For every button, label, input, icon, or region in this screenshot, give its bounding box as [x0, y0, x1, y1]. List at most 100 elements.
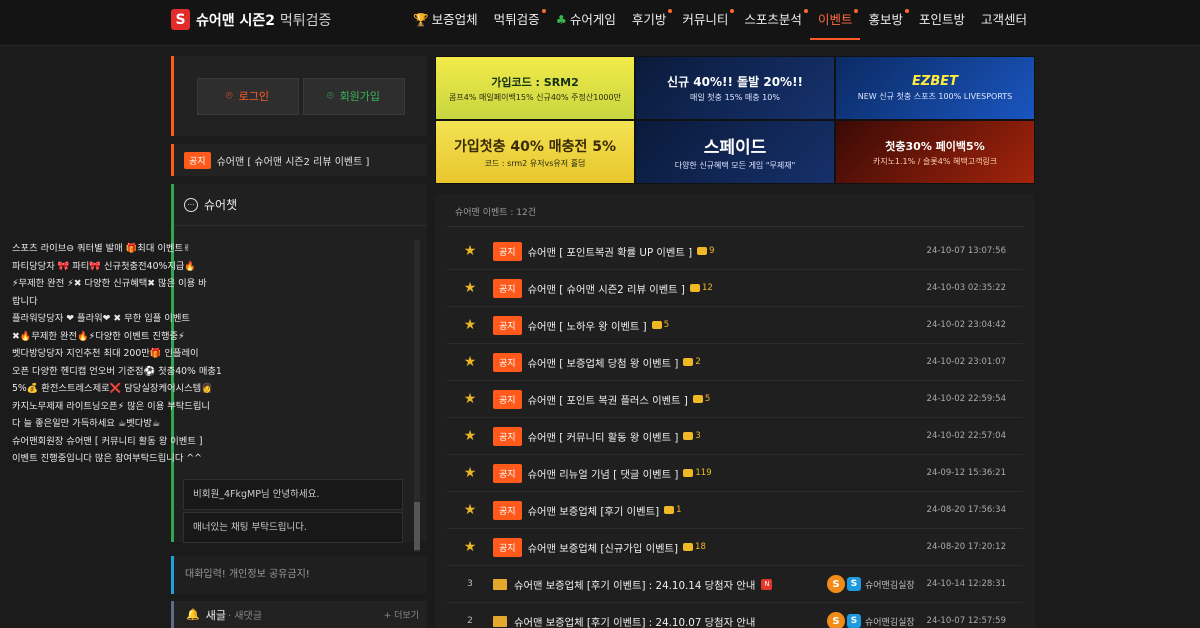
post-title[interactable]: 슈어맨 보증업체 [신규가입 이벤트]: [528, 540, 678, 555]
chat-line: ✖🔥무제한 완전🔥⚡다양한 이벤트 진행중⚡: [12, 330, 185, 342]
login-button[interactable]: ⌾ 로그인: [196, 77, 299, 115]
board-row[interactable]: ★ 공지 슈어맨 [ 포인트복권 확률 UP 이벤트 ] 9 24-10-07 13:0…: [447, 233, 1023, 270]
chat-line: 카지노무제재 라이트닝오픈⚡ 많은 이용 부탁드립니: [12, 400, 210, 412]
board-row[interactable]: 2 슈어맨 보증업체 [후기 이벤트] : 24.10.07 당첨자 안내 S S 슈어…: [447, 603, 1023, 628]
board-row[interactable]: ★ 공지 슈어맨 리뉴얼 기념 [ 댓글 이벤트 ] 119 24-09-12 15:3…: [447, 455, 1023, 492]
chat-line: 스포츠 라이브⊖ 쿼터별 발매 🎁최대 이벤트✌: [12, 243, 191, 254]
notice-tag: 공지: [493, 389, 522, 409]
post-title[interactable]: 슈어맨 [ 포인트복권 확률 UP 이벤트 ]: [528, 244, 693, 259]
star-icon: ★: [463, 502, 477, 518]
site-logo[interactable]: S 슈어맨 시즌2 먹튀검증: [171, 9, 331, 30]
row-number: 3: [467, 579, 473, 589]
banner-spade-2[interactable]: 스페이드 다양한 신규혜택 모든 게임 "무제재": [635, 120, 835, 184]
post-author[interactable]: S S 슈어맨김실장: [827, 575, 915, 593]
post-date: 24-10-03 02:35:22: [926, 283, 1006, 293]
comment-number: 5: [704, 394, 711, 404]
chat-line: ⚡무제한 완전 ⚡✖ 다양한 신규혜택✖ 많은 이용 바: [12, 278, 207, 289]
board-row[interactable]: ★ 공지 슈어맨 [ 슈어맨 시즌2 리뷰 이벤트 ] 12 24-10-03 02:3…: [447, 270, 1023, 307]
chat-log: 스포츠 라이브⊖ 쿼터별 발매 🎁최대 이벤트✌ 파티당당자 🎀 파티🎀 신규첫충…: [12, 240, 240, 472]
star-icon: ★: [463, 243, 477, 259]
board-row[interactable]: ★ 공지 슈어맨 [ 노하우 왕 이벤트 ] 5 24-10-02 23:04:42: [447, 307, 1023, 344]
nav-item[interactable]: 🏆 보증업체: [405, 0, 486, 40]
nav-label: 후기방: [631, 12, 667, 27]
chat-header: ··· 슈어챗: [174, 184, 427, 226]
post-date: 24-10-07 13:07:56: [926, 246, 1006, 256]
join-button[interactable]: ⌾ 회원가입: [302, 77, 405, 115]
site-badge-icon: S: [847, 577, 861, 591]
bell-icon: 🔔: [186, 608, 200, 621]
star-icon: ★: [463, 317, 477, 333]
post-title[interactable]: 슈어맨 [ 보증업체 당첨 왕 이벤트 ]: [528, 355, 679, 370]
nav-item[interactable]: 포인트방: [911, 0, 973, 40]
nav-item[interactable]: 스포츠분석: [736, 0, 810, 40]
post-title[interactable]: 슈어맨 보증업체 [후기 이벤트]: [528, 503, 660, 518]
post-title[interactable]: 슈어맨 [ 노하우 왕 이벤트 ]: [528, 318, 647, 333]
chat-scrollbar-thumb[interactable]: [414, 502, 420, 550]
notice-tag: 공지: [493, 537, 522, 557]
board-row[interactable]: ★ 공지 슈어맨 보증업체 [후기 이벤트] 1 24-08-20 17:56:34: [447, 492, 1023, 529]
comment-count: 3: [683, 431, 701, 441]
board-row[interactable]: ★ 공지 슈어맨 [ 커뮤니티 활동 왕 이벤트 ] 3 24-10-02 22:57:…: [447, 418, 1023, 455]
comment-icon: [692, 395, 703, 403]
new-posts-title[interactable]: 새글: [206, 607, 226, 623]
new-dot-icon: [854, 9, 859, 13]
author-name: 슈어맨김실장: [865, 617, 915, 628]
top-header: S 슈어맨 시즌2 먹튀검증 🏆 보증업체 먹튀검증 ♣ 슈어게임 후기방 커뮤니티 스포츠분…: [0, 0, 1200, 46]
post-title[interactable]: 슈어맨 리뉴얼 기념 [ 댓글 이벤트 ]: [528, 466, 679, 481]
more-link[interactable]: + 더보기: [384, 608, 419, 621]
banner-six[interactable]: 가입첫충 40% 매충전 5% 코드 : srm2 유저vs유저 홀덤: [435, 120, 635, 184]
banner-title: 신규 40%!! 돌발 20%!!: [666, 75, 804, 89]
post-date: 24-10-14 12:28:31: [926, 579, 1006, 589]
join-icon: ⌾: [326, 89, 334, 102]
join-label: 회원가입: [339, 90, 381, 103]
new-badge-icon: N: [761, 578, 773, 590]
board-row[interactable]: ★ 공지 슈어맨 [ 보증업체 당첨 왕 이벤트 ] 2 24-10-02 23:01:…: [447, 344, 1023, 381]
post-author[interactable]: S S 슈어맨김실장: [827, 612, 915, 628]
star-icon: ★: [463, 428, 477, 444]
post-title[interactable]: 슈어맨 보증업체 [후기 이벤트] : 24.10.07 당첨자 안내: [514, 614, 755, 628]
nav-label: 홍보방: [868, 12, 903, 27]
nav-label: 보증업체: [431, 12, 478, 27]
banner-spade-1[interactable]: 신규 40%!! 돌발 20%!! 매일 첫충 15% 매충 10%: [635, 56, 835, 120]
comment-icon: [683, 432, 694, 440]
banner-sub: 매일 첫충 15% 매충 10%: [690, 93, 780, 102]
board-count: 슈어맨 이벤트 : 12건: [455, 208, 537, 218]
comment-icon: [683, 358, 694, 366]
new-comments-tab[interactable]: · 새댓글: [228, 607, 262, 622]
board-row[interactable]: ★ 공지 슈어맨 [ 포인트 복권 플러스 이벤트 ] 5 24-10-02 22:59…: [447, 381, 1023, 418]
comment-count: 12: [689, 283, 713, 293]
sidebar-notice[interactable]: 공지 슈어맨 [ 슈어맨 시즌2 리뷰 이벤트 ]: [171, 144, 427, 176]
chat-scrollbar[interactable]: [414, 240, 420, 552]
board-row[interactable]: ★ 공지 슈어맨 보증업체 [신규가입 이벤트] 18 24-08-20 17:20:1…: [447, 529, 1023, 566]
board-row[interactable]: 3 슈어맨 보증업체 [후기 이벤트] : 24.10.14 당첨자 안내 N S S 슈…: [447, 566, 1023, 603]
chat-line: 이벤트 진행중입니다 많은 참여부탁드립니다 ^^: [12, 453, 202, 464]
banner-sub: 콤프4% 매일페이백15% 신규40% 주정산1000만: [449, 92, 621, 102]
post-title[interactable]: 슈어맨 [ 커뮤니티 활동 왕 이벤트 ]: [528, 429, 679, 444]
nav-item[interactable]: 후기방: [624, 0, 675, 40]
nav-item[interactable]: 홍보방: [860, 0, 911, 40]
logo-title: 슈어맨 시즌2: [196, 12, 276, 29]
nav-item[interactable]: 이벤트: [809, 0, 861, 40]
chat-input[interactable]: 대화입력! 개인정보 공유금지!: [171, 556, 427, 594]
nav-item[interactable]: ♣ 슈어게임: [548, 0, 624, 40]
nav-item[interactable]: 고객센터: [973, 0, 1035, 40]
notice-tag: 공지: [493, 426, 522, 446]
banner-starbucks[interactable]: 가입코드 : SRM2 콤프4% 매일페이백15% 신규40% 주정산1000만: [435, 56, 635, 120]
chat-line: 슈어맨회원장 슈어맨 [ 커뮤니티 활동 왕 이벤트 ]: [12, 435, 203, 447]
post-title[interactable]: 슈어맨 [ 포인트 복권 플러스 이벤트 ]: [528, 392, 688, 407]
banner-ezbet[interactable]: EZBET NEW 신규 첫충 스포츠 100% LIVESPORTS: [835, 56, 1035, 120]
comment-icon: [689, 284, 700, 292]
comment-count: 5: [692, 394, 711, 404]
post-title[interactable]: 슈어맨 보증업체 [후기 이벤트] : 24.10.14 당첨자 안내: [514, 577, 755, 592]
nav-item[interactable]: 커뮤니티: [674, 0, 736, 40]
folder-icon: [493, 615, 507, 627]
banner-7days[interactable]: 첫충30% 페이백5% 카지노1.1% / 슬롯4% 혜택고객링크: [835, 120, 1035, 184]
nav-item[interactable]: 먹튀검증: [486, 0, 548, 40]
level-icon: S: [827, 612, 845, 628]
notice-tag: 공지: [493, 352, 522, 372]
site-badge-icon: S: [847, 614, 861, 628]
post-date: 24-08-20 17:56:34: [926, 505, 1006, 515]
post-title[interactable]: 슈어맨 [ 슈어맨 시즌2 리뷰 이벤트 ]: [528, 281, 685, 296]
star-icon: ★: [463, 465, 477, 481]
notice-tag: 공지: [184, 151, 211, 169]
